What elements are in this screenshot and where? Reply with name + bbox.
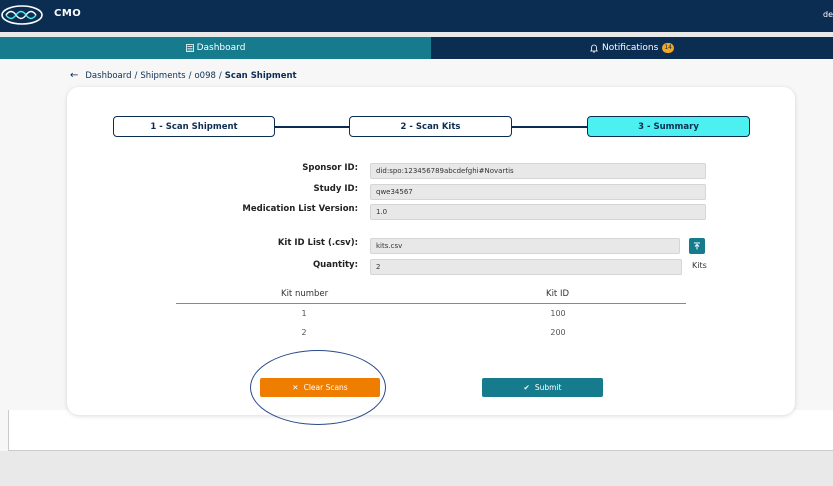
- kit-id-list-field: kits.csv: [370, 238, 680, 254]
- check-icon: ✔: [523, 383, 530, 392]
- footer-panel: [8, 410, 833, 451]
- app-title: CMO: [54, 8, 82, 19]
- kit-id-list-label: Kit ID List (.csv):: [277, 238, 358, 248]
- breadcrumb-separator: /: [188, 70, 192, 81]
- quantity-field: 2: [370, 259, 682, 275]
- breadcrumb-shipments[interactable]: Shipments: [140, 71, 185, 81]
- calculator-icon: [185, 44, 194, 52]
- submit-button[interactable]: ✔ Submit: [482, 378, 603, 397]
- breadcrumb-shipment-id[interactable]: o098: [194, 71, 215, 81]
- study-id-field: qwe34567: [370, 184, 706, 200]
- medication-list-version-label: Medication List Version:: [242, 204, 358, 214]
- medication-list-version-field: 1.0: [370, 204, 706, 220]
- quantity-unit: Kits: [692, 261, 707, 270]
- user-menu[interactable]: de: [823, 10, 833, 19]
- bell-icon: [590, 44, 598, 53]
- notification-count-badge: 14: [662, 43, 674, 53]
- tab-notifications-label: Notifications: [602, 43, 659, 53]
- stepper-connector: [511, 126, 588, 128]
- step-scan-kits[interactable]: 2 - Scan Kits: [349, 116, 512, 137]
- column-header-kit-id: Kit ID: [546, 289, 570, 299]
- table-header-divider: [176, 303, 686, 304]
- submit-label: Submit: [534, 383, 562, 392]
- breadcrumb: ← Dashboard / Shipments / o098 / Scan Sh…: [70, 70, 297, 81]
- study-id-label: Study ID:: [313, 184, 358, 194]
- back-arrow-icon[interactable]: ←: [70, 70, 78, 81]
- upload-icon: [694, 242, 700, 250]
- logo-icon[interactable]: [0, 4, 44, 26]
- table-cell-kit-id: 100: [550, 309, 566, 318]
- highlight-annotation-ellipse: [250, 350, 386, 425]
- upload-button[interactable]: [689, 238, 705, 254]
- breadcrumb-current: Scan Shipment: [224, 70, 297, 81]
- step-scan-shipment[interactable]: 1 - Scan Shipment: [113, 116, 275, 137]
- step-summary[interactable]: 3 - Summary: [587, 116, 750, 137]
- tab-dashboard-label: Dashboard: [196, 43, 246, 53]
- quantity-label: Quantity:: [312, 260, 358, 270]
- top-bar: CMO de: [0, 0, 833, 32]
- table-cell-kit-number: 2: [301, 328, 307, 337]
- stepper-connector: [274, 126, 350, 128]
- column-header-kit-number: Kit number: [281, 289, 329, 299]
- sponsor-id-field: did:spo:123456789abcdefghi#Novartis: [370, 163, 706, 179]
- table-cell-kit-number: 1: [301, 309, 307, 318]
- tab-notifications[interactable]: Notifications 14: [431, 37, 833, 59]
- breadcrumb-separator: /: [218, 70, 222, 81]
- table-cell-kit-id: 200: [550, 328, 566, 337]
- breadcrumb-dashboard[interactable]: Dashboard: [85, 71, 131, 81]
- sponsor-id-label: Sponsor ID:: [302, 163, 358, 173]
- breadcrumb-separator: /: [134, 70, 138, 81]
- main-nav: Dashboard Notifications 14: [0, 37, 833, 59]
- tab-dashboard[interactable]: Dashboard: [0, 37, 431, 59]
